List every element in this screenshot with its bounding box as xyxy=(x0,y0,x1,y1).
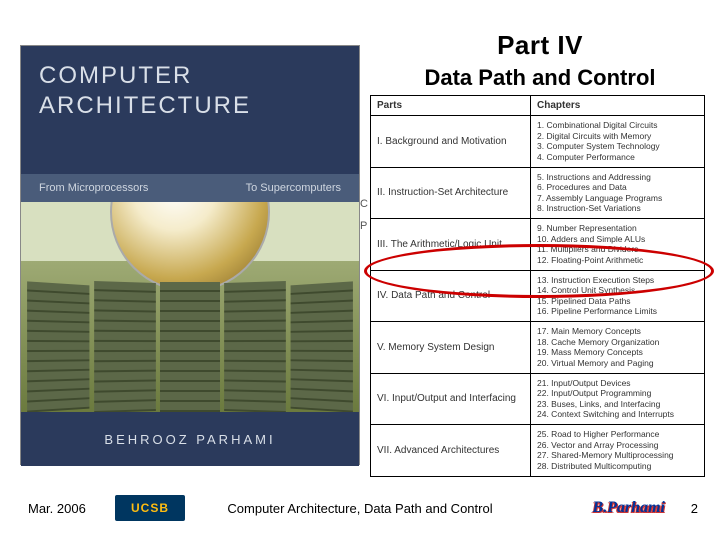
footer: Mar. 2006 UCSB Computer Architecture, Da… xyxy=(0,488,720,528)
toc-chapters: 17. Main Memory Concepts 18. Cache Memor… xyxy=(531,322,704,373)
heading-area: Part IV Data Path and Control xyxy=(370,30,710,91)
toc-chapters: 21. Input/Output Devices 22. Input/Outpu… xyxy=(531,374,704,425)
toc-part-label: II. Instruction-Set Architecture xyxy=(371,168,531,219)
rack xyxy=(94,281,156,412)
rack xyxy=(160,282,221,412)
toc-part-label: IV. Data Path and Control xyxy=(371,271,531,322)
toc-row: III. The Arithmetic/Logic Unit 9. Number… xyxy=(371,219,704,271)
rack xyxy=(27,281,89,412)
cover-title-line2: ARCHITECTURE xyxy=(39,92,359,120)
toc-row: V. Memory System Design 17. Main Memory … xyxy=(371,322,704,374)
rack xyxy=(225,281,287,412)
globe-icon xyxy=(110,202,270,292)
cover-titleblock: COMPUTER ARCHITECTURE xyxy=(39,62,359,120)
toc-chapters: 1. Combinational Digital Circuits 2. Dig… xyxy=(531,116,704,167)
toc-header: Parts Chapters xyxy=(371,96,704,116)
supercomputer-racks xyxy=(21,282,359,412)
toc-row: I. Background and Motivation 1. Combinat… xyxy=(371,116,704,168)
toc-header-parts: Parts xyxy=(371,96,531,115)
toc-part-label: V. Memory System Design xyxy=(371,322,531,373)
toc-row: VI. Input/Output and Interfacing 21. Inp… xyxy=(371,374,704,426)
footer-author: B.Parhami xyxy=(593,499,665,517)
toc-chapters: 13. Instruction Execution Steps 14. Cont… xyxy=(531,271,704,322)
toc-part-label: VI. Input/Output and Interfacing xyxy=(371,374,531,425)
slide-root: Part IV Data Path and Control COMPUTER A… xyxy=(0,0,720,540)
toc-row: VII. Advanced Architectures 25. Road to … xyxy=(371,425,704,476)
toc-part-label: I. Background and Motivation xyxy=(371,116,531,167)
toc-chapters: 9. Number Representation 10. Adders and … xyxy=(531,219,704,270)
toc-part-label: III. The Arithmetic/Logic Unit xyxy=(371,219,531,270)
cover-title-line1: COMPUTER xyxy=(39,62,359,90)
cover-photo xyxy=(21,202,359,412)
toc-table: Parts Chapters I. Background and Motivat… xyxy=(370,95,705,477)
cover-band-left: From Microprocessors xyxy=(39,182,148,194)
book-cover: COMPUTER ARCHITECTURE From Microprocesso… xyxy=(20,45,360,465)
rack xyxy=(291,281,353,412)
toc-header-chapters: Chapters xyxy=(531,96,704,115)
edge-letters: C P xyxy=(360,198,368,232)
cover-band-right: To Supercomputers xyxy=(246,182,341,194)
edge-p: P xyxy=(360,220,368,232)
cover-author: BEHROOZ PARHAMI xyxy=(104,432,275,447)
edge-c: C xyxy=(360,198,368,210)
part-label: Part IV xyxy=(370,30,710,61)
toc-part-label: VII. Advanced Architectures xyxy=(371,425,531,476)
toc-row: II. Instruction-Set Architecture 5. Inst… xyxy=(371,168,704,220)
cover-subtitle-band: From Microprocessors To Supercomputers xyxy=(21,174,359,202)
toc-chapters: 25. Road to Higher Performance 26. Vecto… xyxy=(531,425,704,476)
cover-top: COMPUTER ARCHITECTURE xyxy=(21,46,359,174)
part-subtitle: Data Path and Control xyxy=(370,65,710,91)
toc-chapters: 5. Instructions and Addressing 6. Proced… xyxy=(531,168,704,219)
toc-row: IV. Data Path and Control 13. Instructio… xyxy=(371,271,704,323)
cover-author-band: BEHROOZ PARHAMI xyxy=(21,412,359,466)
footer-page-number: 2 xyxy=(691,501,698,516)
